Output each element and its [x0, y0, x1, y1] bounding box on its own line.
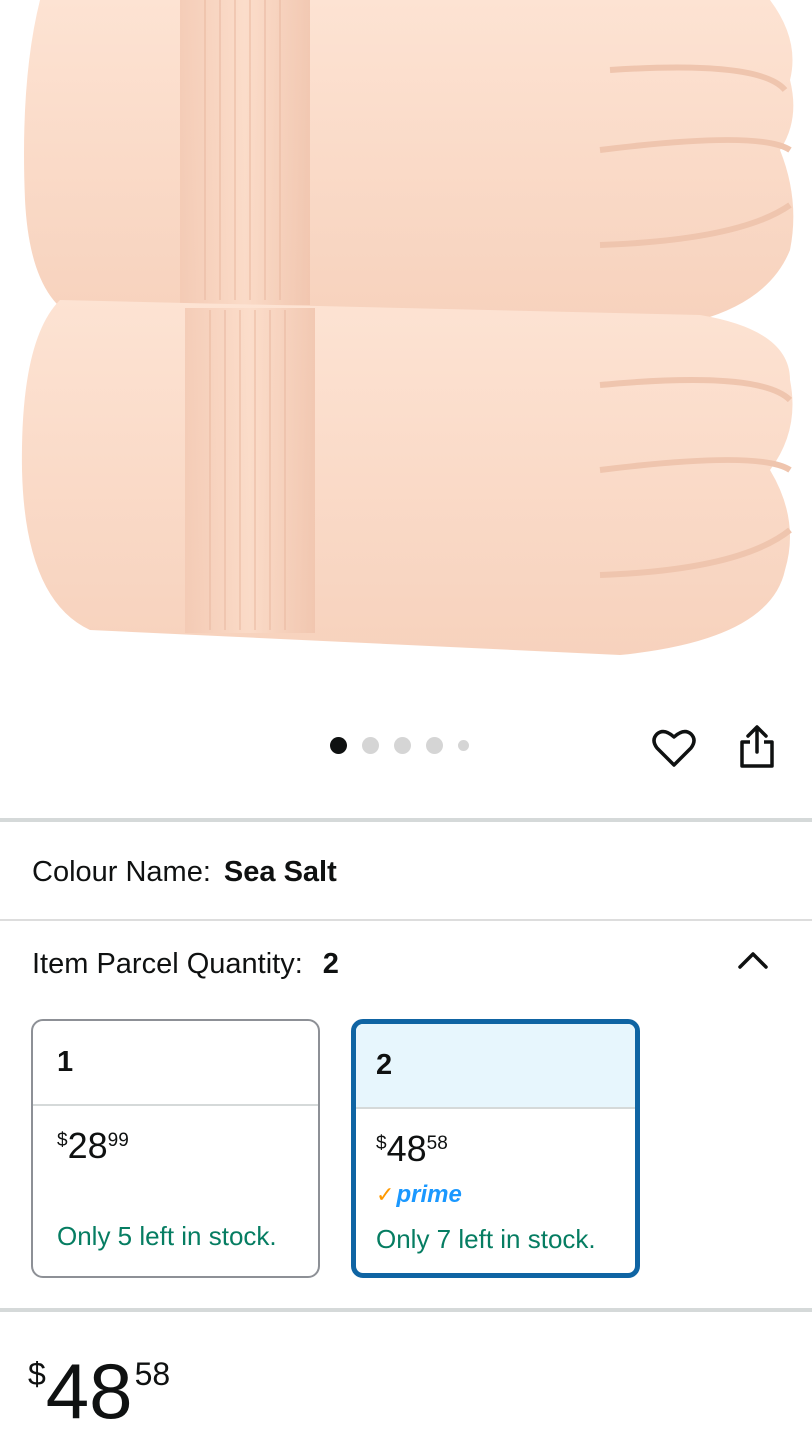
price-whole: 48	[45, 1347, 133, 1435]
price-cents: 58	[426, 1133, 448, 1154]
product-image-gallery[interactable]	[0, 0, 812, 700]
price-whole: 28	[67, 1125, 108, 1166]
option-price: $ 48 58	[376, 1131, 611, 1167]
prime-badge: ✓ prime	[376, 1181, 611, 1209]
price-symbol: $	[57, 1130, 68, 1151]
stock-status: Only 7 left in stock.	[376, 1224, 596, 1254]
colour-name-value: Sea Salt	[223, 856, 337, 888]
quantity-value: 2	[322, 948, 339, 980]
towel-product-image[interactable]	[0, 0, 812, 700]
main-price: $ 48 58	[28, 1352, 170, 1430]
price-cents: 99	[107, 1130, 129, 1151]
quantity-label: Item Parcel Quantity:	[32, 948, 303, 980]
carousel-dot-5[interactable]	[458, 740, 469, 751]
price-symbol: $	[28, 1356, 46, 1392]
quantity-option-1[interactable]: 1 $ 28 99 Only 5 left in stock.	[31, 1019, 320, 1278]
item-parcel-quantity-row[interactable]: Item Parcel Quantity: 2	[32, 948, 339, 981]
option-label: 1	[33, 1021, 318, 1106]
prime-check-icon: ✓	[376, 1182, 395, 1207]
carousel-dot-4[interactable]	[426, 737, 443, 754]
price-whole: 48	[386, 1128, 427, 1169]
share-button[interactable]	[733, 722, 781, 772]
row-divider	[0, 919, 812, 921]
option-label: 2	[356, 1024, 635, 1109]
collapse-toggle[interactable]	[733, 940, 773, 980]
carousel-dot-2[interactable]	[362, 737, 379, 754]
chevron-up-icon	[738, 952, 768, 969]
carousel-dot-3[interactable]	[394, 737, 411, 754]
share-icon	[740, 725, 774, 768]
carousel-dot-1[interactable]	[330, 737, 347, 754]
colour-name-label: Colour Name:	[32, 856, 211, 888]
quantity-option-2-selected[interactable]: 2 $ 48 58 ✓ prime Only 7 left in stock.	[351, 1019, 640, 1278]
price-cents: 58	[134, 1356, 171, 1392]
colour-name-row: Colour Name: Sea Salt	[32, 856, 337, 889]
stock-status: Only 5 left in stock.	[57, 1221, 277, 1251]
section-divider	[0, 818, 812, 822]
option-price: $ 28 99	[57, 1128, 294, 1164]
carousel-dots[interactable]	[330, 737, 469, 754]
section-divider	[0, 1308, 812, 1312]
wishlist-button[interactable]	[650, 724, 698, 772]
heart-icon	[652, 729, 696, 767]
prime-label: prime	[396, 1181, 462, 1208]
price-symbol: $	[376, 1133, 387, 1154]
